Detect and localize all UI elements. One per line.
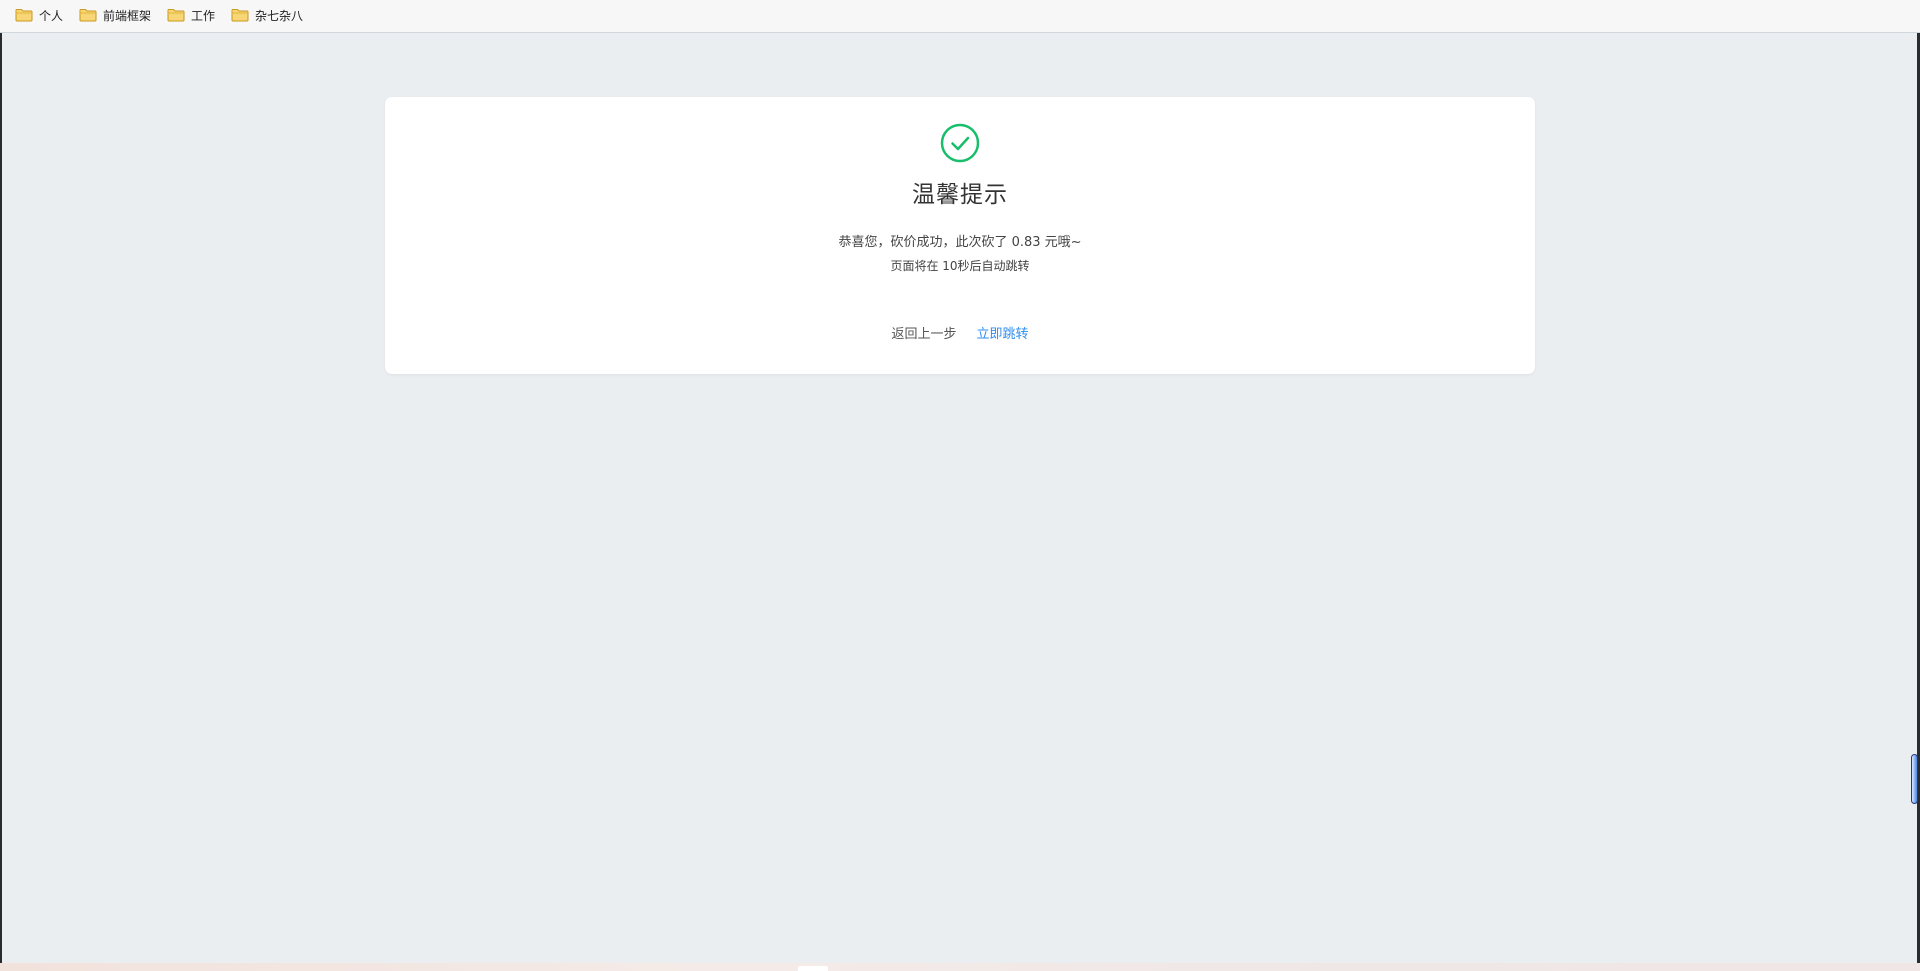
folder-icon — [167, 9, 185, 22]
bookmark-personal[interactable]: 个人 — [15, 6, 63, 24]
bookmarks-bar: 个人 前端框架 工作 杂七杂八 — [0, 0, 1920, 33]
bookmark-work[interactable]: 工作 — [167, 6, 215, 24]
bookmark-label: 前端框架 — [103, 8, 152, 23]
check-circle-icon — [940, 123, 980, 163]
bookmark-frontend-frameworks[interactable]: 前端框架 — [79, 6, 151, 24]
scroll-handle[interactable] — [1911, 754, 1918, 804]
folder-icon — [79, 9, 97, 22]
dialog-actions: 返回上一步 立即跳转 — [385, 323, 1535, 342]
redirect-countdown: 页面将在 10秒后自动跳转 — [890, 259, 1030, 273]
bookmark-label: 杂七杂八 — [255, 8, 304, 23]
dialog-title: 温馨提示 — [912, 182, 1008, 208]
bookmark-label: 工作 — [191, 8, 216, 23]
bookmark-misc[interactable]: 杂七杂八 — [231, 6, 303, 24]
dialog-message: 恭喜您，砍价成功，此次砍了 0.83 元哦~ — [838, 235, 1082, 250]
result-card: 温馨提示 恭喜您，砍价成功，此次砍了 0.83 元哦~ 页面将在 10秒后自动跳… — [385, 97, 1535, 374]
taskbar-strip — [0, 963, 1920, 971]
folder-icon — [15, 9, 33, 22]
bookmark-label: 个人 — [39, 8, 64, 23]
back-button[interactable]: 返回上一步 — [891, 323, 956, 342]
jump-now-link[interactable]: 立即跳转 — [977, 323, 1029, 342]
folder-icon — [231, 9, 249, 22]
taskbar-tab — [798, 966, 828, 971]
